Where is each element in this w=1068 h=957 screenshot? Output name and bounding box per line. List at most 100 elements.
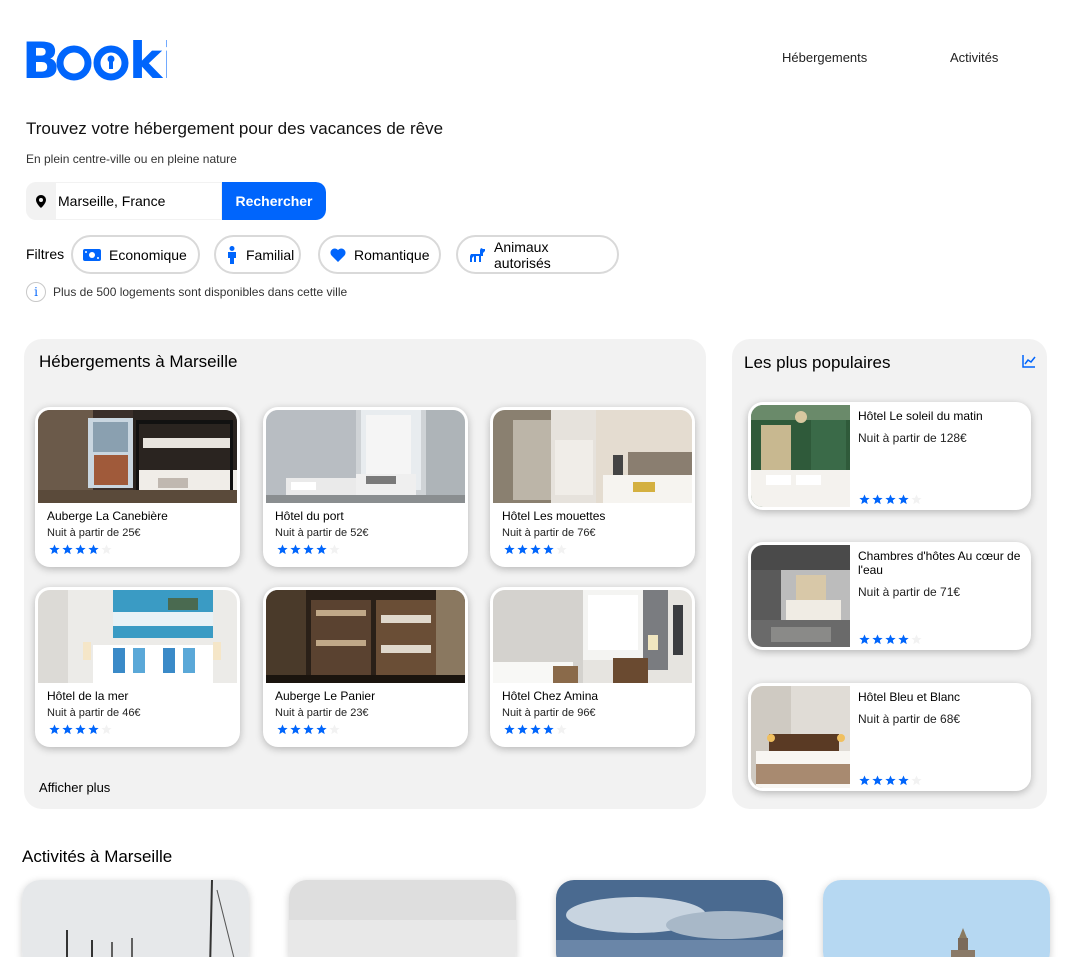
star-filled-icon	[290, 544, 301, 555]
popular-title: Les plus populaires	[744, 353, 891, 372]
popular-price: Nuit à partir de 68€	[858, 712, 961, 726]
star-empty-icon	[911, 634, 922, 645]
star-filled-icon	[885, 494, 896, 505]
accommodations-title: Hébergements à Marseille	[39, 352, 238, 371]
star-empty-icon	[911, 775, 922, 786]
trending-chart-icon	[1022, 355, 1036, 368]
accommodation-name: Hôtel Les mouettes	[502, 509, 606, 523]
nav-link-activites[interactable]: Activités	[950, 50, 998, 65]
accommodation-card[interactable]: Hôtel Les mouettes Nuit à partir de 76€	[490, 407, 695, 567]
accommodation-card[interactable]: Hôtel de la mer Nuit à partir de 46€	[35, 587, 240, 747]
dog-icon	[468, 246, 486, 264]
popular-card[interactable]: Chambres d'hôtes Au cœur de l'eau Nuit à…	[748, 542, 1031, 650]
star-filled-icon	[517, 724, 528, 735]
activity-card[interactable]	[556, 880, 783, 957]
star-empty-icon	[556, 544, 567, 555]
star-filled-icon	[277, 724, 288, 735]
star-filled-icon	[49, 544, 60, 555]
svg-text:ki: ki	[129, 32, 167, 84]
star-filled-icon	[530, 544, 541, 555]
star-filled-icon	[872, 775, 883, 786]
star-empty-icon	[101, 544, 112, 555]
star-filled-icon	[885, 775, 896, 786]
search-input[interactable]	[56, 182, 222, 220]
activity-photo	[556, 880, 783, 957]
person-icon	[226, 245, 238, 264]
star-filled-icon	[303, 724, 314, 735]
star-filled-icon	[75, 724, 86, 735]
star-filled-icon	[316, 724, 327, 735]
filter-romantique[interactable]: Romantique	[318, 235, 441, 274]
star-filled-icon	[859, 775, 870, 786]
rating-stars	[504, 544, 567, 555]
accommodation-price: Nuit à partir de 76€	[502, 527, 596, 539]
star-filled-icon	[543, 544, 554, 555]
activity-photo	[289, 880, 516, 957]
filter-label: Familial	[246, 246, 295, 263]
filter-label: Economique	[109, 246, 187, 263]
svg-text:B: B	[22, 32, 60, 84]
popular-photo	[751, 545, 850, 647]
activity-card[interactable]	[823, 880, 1050, 957]
popular-card[interactable]: Hôtel Le soleil du matin Nuit à partir d…	[748, 402, 1031, 510]
popular-name: Hôtel Bleu et Blanc	[858, 690, 961, 704]
popular-photo	[751, 405, 850, 507]
star-empty-icon	[329, 724, 340, 735]
rating-stars	[277, 544, 340, 555]
star-empty-icon	[911, 494, 922, 505]
star-filled-icon	[517, 544, 528, 555]
search-button[interactable]: Rechercher	[222, 182, 326, 220]
nav-link-hebergements[interactable]: Hébergements	[782, 50, 867, 65]
info-icon: i	[26, 282, 46, 302]
rating-stars	[49, 724, 112, 735]
accommodation-card[interactable]: Auberge Le Panier Nuit à partir de 23€	[263, 587, 468, 747]
accommodation-name: Hôtel de la mer	[47, 689, 129, 703]
filters-label: Filtres	[26, 246, 65, 262]
star-filled-icon	[872, 634, 883, 645]
accommodation-card[interactable]: Hôtel du port Nuit à partir de 52€	[263, 407, 468, 567]
search-subline: En plein centre-ville ou en pleine natur…	[26, 152, 237, 166]
star-filled-icon	[898, 775, 909, 786]
accommodation-name: Auberge La Canebière	[47, 509, 168, 523]
heart-icon	[330, 246, 346, 264]
accommodation-name: Hôtel du port	[275, 509, 344, 523]
star-filled-icon	[49, 724, 60, 735]
availability-info: i Plus de 500 logements sont disponibles…	[26, 282, 347, 302]
filter-familial[interactable]: Familial	[214, 235, 301, 274]
star-filled-icon	[88, 544, 99, 555]
accommodation-photo	[266, 590, 465, 683]
accommodation-price: Nuit à partir de 25€	[47, 527, 141, 539]
activity-photo	[823, 880, 1050, 957]
popular-price: Nuit à partir de 71€	[858, 585, 961, 599]
filter-economique[interactable]: Economique	[71, 235, 200, 274]
money-icon	[83, 246, 101, 264]
star-empty-icon	[556, 724, 567, 735]
accommodation-price: Nuit à partir de 96€	[502, 707, 596, 719]
popular-card[interactable]: Hôtel Bleu et Blanc Nuit à partir de 68€	[748, 683, 1031, 791]
star-filled-icon	[859, 494, 870, 505]
filter-animaux[interactable]: Animaux autorisés	[456, 235, 619, 274]
booki-logo[interactable]: B ki	[22, 32, 179, 90]
show-more-link[interactable]: Afficher plus	[39, 780, 110, 795]
filter-label: Romantique	[354, 246, 430, 263]
activity-card[interactable]	[289, 880, 516, 957]
booki-logo-mark: B ki	[22, 32, 179, 90]
star-filled-icon	[898, 634, 909, 645]
rating-stars	[859, 494, 922, 505]
rating-stars	[277, 724, 340, 735]
star-filled-icon	[504, 544, 515, 555]
activity-card[interactable]	[22, 880, 249, 957]
star-filled-icon	[504, 724, 515, 735]
accommodation-card[interactable]: Auberge La Canebière Nuit à partir de 25…	[35, 407, 240, 567]
rating-stars	[49, 544, 112, 555]
star-filled-icon	[62, 544, 73, 555]
star-filled-icon	[88, 724, 99, 735]
star-filled-icon	[543, 724, 554, 735]
star-filled-icon	[859, 634, 870, 645]
accommodation-price: Nuit à partir de 52€	[275, 527, 369, 539]
accommodation-name: Auberge Le Panier	[275, 689, 376, 703]
star-filled-icon	[75, 544, 86, 555]
search-bar: Rechercher	[26, 182, 326, 220]
rating-stars	[859, 634, 922, 645]
accommodation-card[interactable]: Hôtel Chez Amina Nuit à partir de 96€	[490, 587, 695, 747]
